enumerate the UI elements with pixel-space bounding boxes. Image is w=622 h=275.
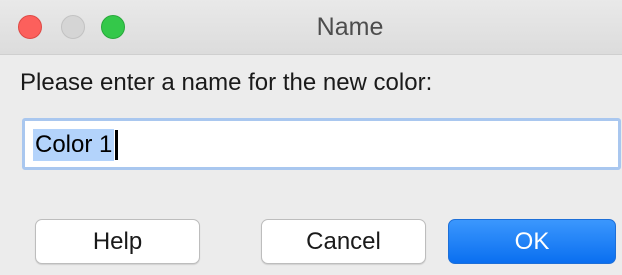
prompt-label: Please enter a name for the new color:	[20, 69, 433, 96]
window-title: Name	[316, 13, 384, 41]
title-bar[interactable]: Name	[0, 0, 622, 55]
cancel-button[interactable]: Cancel	[261, 219, 426, 264]
ok-button[interactable]: OK	[448, 219, 616, 264]
text-cursor	[115, 130, 119, 160]
name-dialog: Name Please enter a name for the new col…	[0, 0, 622, 275]
help-button[interactable]: Help	[35, 219, 200, 264]
selected-input-text[interactable]: Color 1	[33, 129, 115, 161]
input-content[interactable]: Color 1	[33, 129, 119, 161]
color-name-input[interactable]: Color 1	[22, 118, 621, 170]
